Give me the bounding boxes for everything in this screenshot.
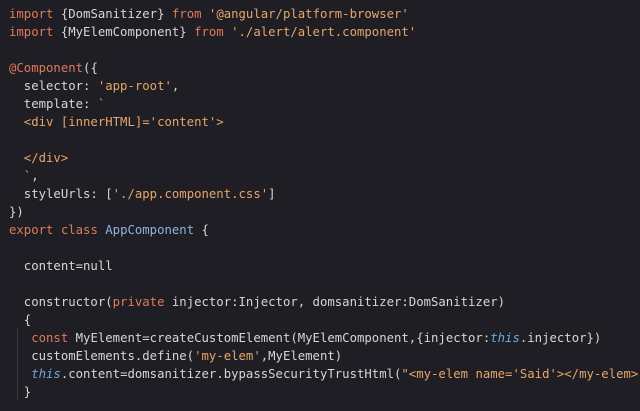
code-token: this (490, 331, 520, 345)
code-token: ({ (83, 61, 98, 75)
code-token: </div> (9, 151, 69, 165)
code-line[interactable]: template: ` (9, 95, 640, 113)
code-line[interactable] (9, 41, 640, 59)
code-line[interactable]: } (9, 383, 640, 401)
code-token: './app.component.css' (112, 187, 269, 201)
code-token: }) (9, 205, 24, 219)
code-token: class (60, 223, 98, 237)
code-token: private (112, 295, 165, 309)
code-line[interactable]: <div [innerHTML]='content'> (9, 113, 640, 131)
code-token: './alert/alert.component' (223, 25, 417, 39)
code-token: customElements.define( (9, 349, 195, 363)
code-token: constructor( (9, 295, 113, 309)
code-token: selector: (9, 79, 98, 93)
code-token: this (31, 367, 61, 381)
code-token: } (9, 385, 32, 399)
code-line[interactable]: selector: 'app-root', (9, 77, 640, 95)
code-token: from (194, 25, 224, 39)
code-token: MyElement=createCustomElement(MyElemComp… (68, 331, 491, 345)
code-token: const (31, 331, 69, 345)
code-token: {DomSanitizer} (53, 7, 172, 21)
code-line[interactable]: </div> (9, 149, 640, 167)
code-token: { (194, 223, 209, 237)
code-token: export (9, 223, 54, 237)
code-token: ` (97, 97, 106, 111)
code-line[interactable]: { (9, 311, 640, 329)
code-line[interactable]: content=null (9, 257, 640, 275)
code-token: ` (9, 169, 32, 183)
code-line[interactable]: this.content=domsanitizer.bypassSecurity… (9, 365, 640, 383)
code-token: @Component (9, 61, 84, 75)
code-token: styleUrls: [ (9, 187, 113, 201)
code-area[interactable]: import {DomSanitizer} from '@angular/pla… (9, 5, 640, 401)
code-line[interactable]: const MyElement=createCustomElement(MyEl… (9, 329, 640, 347)
code-token: .content=domsanitizer.bypassSecurityTrus… (60, 367, 402, 381)
code-line[interactable] (9, 275, 640, 293)
code-line[interactable] (9, 239, 640, 257)
code-token: , (31, 169, 39, 183)
code-line[interactable]: import {DomSanitizer} from '@angular/pla… (9, 5, 640, 23)
code-token: from (171, 7, 202, 21)
code-token: 'my-elem' (194, 349, 261, 363)
code-token: "<my-elem name='Said'></my-elem>" (401, 367, 640, 381)
code-token: AppComponent (105, 223, 195, 237)
code-token: ] (268, 187, 276, 201)
code-token: import (9, 25, 54, 39)
code-token: import (9, 7, 54, 21)
code-token: 'app-root' (97, 79, 172, 93)
code-editor[interactable]: import {DomSanitizer} from '@angular/pla… (0, 0, 640, 411)
code-line[interactable]: @Component({ (9, 59, 640, 77)
code-line[interactable] (9, 131, 640, 149)
code-token: template: (9, 97, 98, 111)
code-token: {MyElemComponent} (53, 25, 195, 39)
code-line[interactable]: `, (9, 167, 640, 185)
code-token: '@angular/platform-browser' (201, 7, 409, 21)
code-token: injector:Injector, domsanitizer:DomSanit… (164, 295, 506, 309)
code-line[interactable]: import {MyElemComponent} from './alert/a… (9, 23, 640, 41)
code-token: ,MyElement) (260, 349, 343, 363)
code-line[interactable]: constructor(private injector:Injector, d… (9, 293, 640, 311)
code-token: .injector}) (519, 331, 602, 345)
code-line[interactable]: styleUrls: ['./app.component.css'] (9, 185, 640, 203)
code-token: content=null (9, 259, 113, 273)
code-line[interactable]: }) (9, 203, 640, 221)
code-token: <div [innerHTML]='content'> (9, 115, 224, 129)
code-token: , (171, 79, 180, 93)
code-token: { (9, 313, 32, 327)
code-line[interactable]: customElements.define('my-elem',MyElemen… (9, 347, 640, 365)
code-line[interactable]: export class AppComponent { (9, 221, 640, 239)
